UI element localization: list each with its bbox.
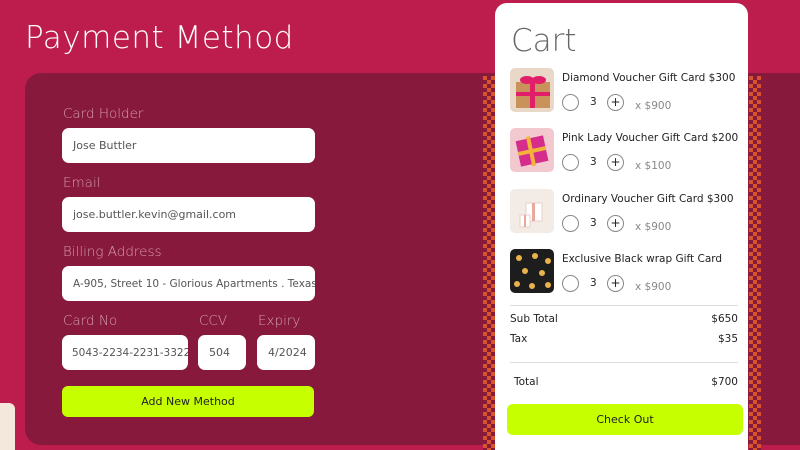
item-name: Ordinary Voucher Gift Card $300 bbox=[562, 193, 734, 205]
cart-item: Pink Lady Voucher Gift Card $200 3 + x $… bbox=[510, 128, 742, 178]
billing-address-label: Billing Address bbox=[63, 244, 162, 260]
item-quantity: 3 bbox=[590, 96, 597, 108]
item-name: Exclusive Black wrap Gift Card bbox=[562, 253, 723, 265]
cart-title: Cart bbox=[511, 23, 577, 59]
gift-box-pink-icon bbox=[510, 128, 554, 172]
page-title: Payment Method bbox=[25, 20, 294, 56]
item-price: x $900 bbox=[635, 100, 672, 112]
divider bbox=[510, 305, 738, 306]
checker-stripe-left bbox=[483, 76, 495, 450]
qty-minus-button[interactable] bbox=[562, 215, 579, 232]
email-label: Email bbox=[63, 175, 101, 191]
checkout-button[interactable]: Check Out bbox=[507, 404, 743, 435]
email-input[interactable]: jose.buttler.kevin@gmail.com bbox=[62, 197, 315, 232]
qty-plus-button[interactable]: + bbox=[607, 275, 624, 292]
card-no-label: Card No bbox=[63, 313, 118, 329]
cart-item: Ordinary Voucher Gift Card $300 3 + x $9… bbox=[510, 189, 742, 239]
tax-label: Tax bbox=[510, 333, 528, 345]
billing-address-input[interactable]: A-905, Street 10 - Glorious Apartments .… bbox=[62, 266, 315, 301]
card-holder-input[interactable]: Jose Buttler bbox=[62, 128, 315, 163]
gift-box-white-icon bbox=[510, 189, 554, 233]
expiry-label: Expiry bbox=[258, 313, 301, 329]
ccv-input[interactable]: 504 bbox=[198, 335, 246, 370]
cart-panel: Cart Diamond Voucher Gift Card $300 3 + … bbox=[495, 3, 748, 450]
expiry-input[interactable]: 4/2024 bbox=[257, 335, 315, 370]
subtotal-value: $650 bbox=[711, 313, 738, 325]
gift-box-black-icon bbox=[510, 249, 554, 293]
gift-box-pink-ribbon-icon bbox=[510, 68, 554, 112]
card-no-input[interactable]: 5043-2234-2231-3322 bbox=[62, 335, 188, 370]
card-holder-label: Card Holder bbox=[63, 106, 144, 122]
divider bbox=[510, 362, 738, 363]
qty-minus-button[interactable] bbox=[562, 275, 579, 292]
total-value: $700 bbox=[711, 376, 738, 388]
qty-plus-button[interactable]: + bbox=[607, 215, 624, 232]
item-price: x $900 bbox=[635, 221, 672, 233]
item-name: Diamond Voucher Gift Card $300 bbox=[562, 72, 736, 84]
item-price: x $100 bbox=[635, 160, 672, 172]
checker-stripe-right bbox=[749, 76, 761, 450]
side-tab bbox=[0, 403, 15, 450]
item-quantity: 3 bbox=[590, 217, 597, 229]
item-quantity: 3 bbox=[590, 156, 597, 168]
item-price: x $900 bbox=[635, 281, 672, 293]
subtotal-label: Sub Total bbox=[510, 313, 558, 325]
item-quantity: 3 bbox=[590, 277, 597, 289]
qty-plus-button[interactable]: + bbox=[607, 154, 624, 171]
cart-item: Exclusive Black wrap Gift Card 3 + x $90… bbox=[510, 249, 742, 299]
qty-minus-button[interactable] bbox=[562, 154, 579, 171]
cart-item: Diamond Voucher Gift Card $300 3 + x $90… bbox=[510, 68, 742, 118]
ccv-label: CCV bbox=[199, 313, 228, 329]
qty-plus-button[interactable]: + bbox=[607, 94, 624, 111]
item-name: Pink Lady Voucher Gift Card $200 bbox=[562, 132, 739, 144]
total-label: Total bbox=[514, 376, 539, 388]
tax-value: $35 bbox=[717, 333, 738, 345]
add-new-method-button[interactable]: Add New Method bbox=[62, 386, 314, 417]
qty-minus-button[interactable] bbox=[562, 94, 579, 111]
